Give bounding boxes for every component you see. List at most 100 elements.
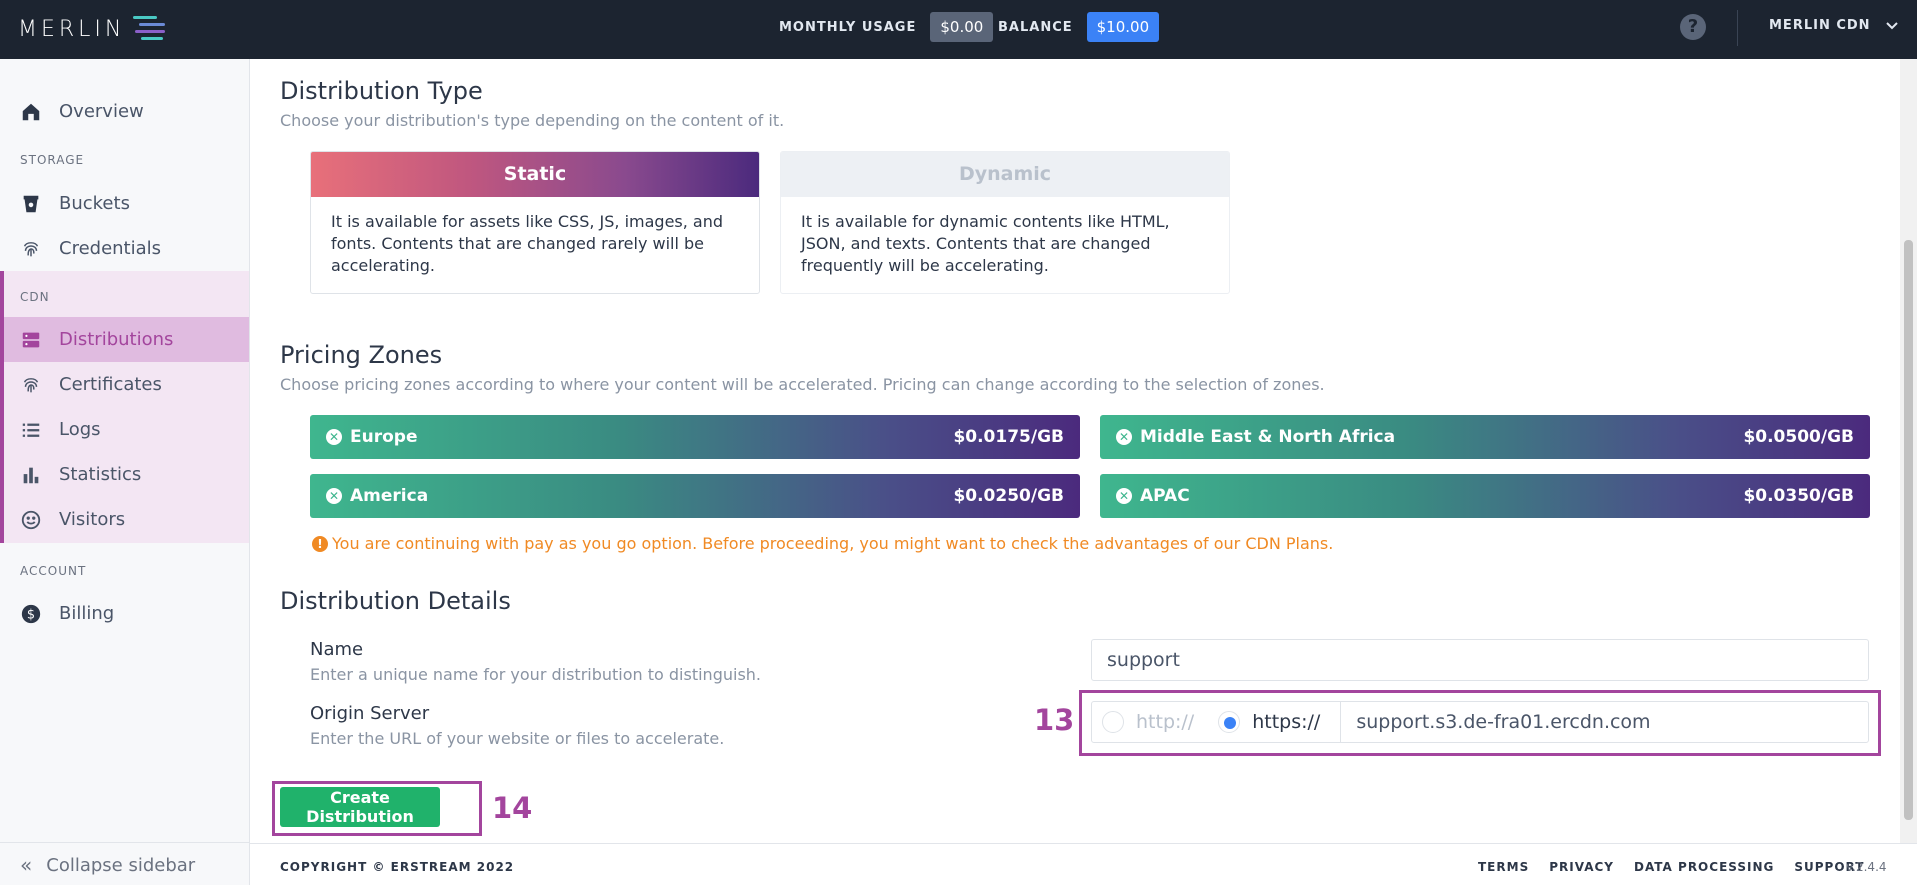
http-option[interactable]: http:// <box>1092 702 1194 742</box>
http-label: http:// <box>1136 711 1195 733</box>
distribution-type-title: Distribution Type <box>280 77 483 105</box>
footer: COPYRIGHT © ERSTREAM 2022 TERMS PRIVACY … <box>250 843 1917 885</box>
top-bar: MERLIN MONTHLY USAGE $0.00 BALANCE $10.0… <box>0 0 1917 59</box>
chevron-down-icon <box>1885 21 1898 29</box>
sidebar-item-label: Certificates <box>59 374 162 395</box>
sidebar-item-buckets[interactable]: Buckets <box>0 181 249 226</box>
sidebar-item-label: Billing <box>59 603 115 624</box>
type-card-dynamic[interactable]: Dynamic It is available for dynamic cont… <box>780 151 1230 294</box>
annotation-14: 14 <box>492 791 533 825</box>
type-card-static-desc: It is available for assets like CSS, JS,… <box>331 212 724 275</box>
collapse-sidebar-button[interactable]: « Collapse sidebar <box>20 853 195 877</box>
warning-icon: ! <box>312 535 328 552</box>
sidebar-item-visitors[interactable]: Visitors <box>4 497 249 542</box>
footer-links: TERMS PRIVACY DATA PROCESSING SUPPORT <box>1478 860 1864 874</box>
sidebar-item-label: Buckets <box>59 193 130 214</box>
fingerprint-icon <box>23 377 39 392</box>
copyright: COPYRIGHT © ERSTREAM 2022 <box>280 860 515 874</box>
account-name: MERLIN CDN <box>1769 18 1871 33</box>
zone-price: $0.0250/GB <box>953 486 1064 506</box>
double-chevron-left-icon: « <box>20 853 33 877</box>
zone-europe[interactable]: ✕ Europe $0.0175/GB <box>310 415 1080 459</box>
type-card-static-title: Static <box>311 152 759 197</box>
remove-icon[interactable]: ✕ <box>1116 429 1132 445</box>
sidebar-section-account: ACCOUNT <box>20 564 87 578</box>
zone-name: Europe <box>350 427 418 447</box>
help-icon[interactable]: ? <box>1680 14 1706 40</box>
scrollbar[interactable] <box>1900 59 1917 843</box>
fingerprint-icon <box>23 241 39 256</box>
collapse-sidebar-label: Collapse sidebar <box>46 854 196 876</box>
distribution-details-title: Distribution Details <box>280 587 511 615</box>
sidebar-item-overview[interactable]: Overview <box>0 89 249 134</box>
https-option[interactable]: https:// <box>1194 702 1320 742</box>
footer-link-terms[interactable]: TERMS <box>1478 860 1529 874</box>
https-radio[interactable] <box>1218 711 1241 733</box>
zone-mena[interactable]: ✕ Middle East & North Africa $0.0500/GB <box>1100 415 1870 459</box>
logo-mark-icon <box>133 13 169 45</box>
balance-label: BALANCE <box>998 19 1073 35</box>
home-icon <box>22 103 40 120</box>
sidebar-item-statistics[interactable]: Statistics <box>4 452 249 497</box>
pricing-zones-title: Pricing Zones <box>280 341 443 369</box>
sidebar-item-label: Overview <box>59 101 144 122</box>
type-card-dynamic-title: Dynamic <box>781 152 1229 197</box>
balance: BALANCE $10.00 <box>998 12 1160 42</box>
footer-link-data-processing[interactable]: DATA PROCESSING <box>1634 860 1774 874</box>
zone-price: $0.0350/GB <box>1743 486 1854 506</box>
remove-icon[interactable]: ✕ <box>1116 488 1132 504</box>
sidebar-item-label: Statistics <box>59 464 142 485</box>
sidebar-item-certificates[interactable]: Certificates <box>4 362 249 407</box>
sidebar-item-label: Visitors <box>59 509 126 530</box>
merlin-logo[interactable]: MERLIN <box>18 10 169 48</box>
sidebar-item-label: Credentials <box>59 238 162 259</box>
topbar-divider <box>1737 10 1738 46</box>
account-menu[interactable]: MERLIN CDN <box>1769 18 1899 33</box>
type-card-dynamic-desc: It is available for dynamic contents lik… <box>801 212 1170 275</box>
monthly-usage-badge: $0.00 <box>930 12 994 42</box>
pricing-zones-subtitle: Choose pricing zones according to where … <box>280 375 1325 394</box>
remove-icon[interactable]: ✕ <box>326 488 342 504</box>
zone-america[interactable]: ✕ America $0.0250/GB <box>310 474 1080 518</box>
zone-apac[interactable]: ✕ APAC $0.0350/GB <box>1100 474 1870 518</box>
type-card-static[interactable]: Static It is available for assets like C… <box>310 151 760 294</box>
origin-server-label: Origin Server <box>310 703 430 724</box>
logo-text: MERLIN <box>18 16 126 42</box>
monthly-usage-label: MONTHLY USAGE <box>779 19 917 35</box>
sidebar-item-billing[interactable]: $ Billing <box>0 591 249 636</box>
origin-server-field: http:// https:// support.s3.de-fra01.erc… <box>1091 701 1869 743</box>
bar-chart-icon <box>23 467 39 483</box>
footer-link-privacy[interactable]: PRIVACY <box>1549 860 1614 874</box>
origin-url-input[interactable]: support.s3.de-fra01.ercdn.com <box>1340 702 1868 742</box>
dollar-circle-icon: $ <box>21 604 41 623</box>
sidebar-item-label: Distributions <box>59 329 174 350</box>
smiley-icon <box>21 510 41 529</box>
remove-icon[interactable]: ✕ <box>326 429 342 445</box>
scrollbar-thumb[interactable] <box>1904 240 1913 820</box>
version: v.2.4.4 <box>1846 860 1887 874</box>
sidebar-item-logs[interactable]: Logs <box>4 407 249 452</box>
sidebar-item-label: Logs <box>59 419 101 440</box>
distribution-type-subtitle: Choose your distribution's type dependin… <box>280 111 785 130</box>
notice-text[interactable]: You are continuing with pay as you go op… <box>332 534 1333 553</box>
bucket-icon <box>23 195 39 212</box>
sidebar-item-distributions[interactable]: Distributions <box>4 317 249 362</box>
zone-name: APAC <box>1140 486 1190 506</box>
https-label: https:// <box>1252 711 1321 733</box>
annotation-13: 13 <box>1034 703 1075 737</box>
sidebar-bottom-divider <box>0 842 249 843</box>
create-distribution-button[interactable]: Create Distribution <box>280 787 440 827</box>
origin-server-hint: Enter the URL of your website or files t… <box>310 729 725 748</box>
sidebar: Overview STORAGE Buckets Credentials CDN… <box>0 59 250 885</box>
balance-badge[interactable]: $10.00 <box>1086 12 1160 42</box>
zone-name: America <box>350 486 429 506</box>
pay-as-you-go-notice: ! You are continuing with pay as you go … <box>312 534 1333 553</box>
name-hint: Enter a unique name for your distributio… <box>310 665 761 684</box>
name-input[interactable]: support <box>1091 639 1869 681</box>
http-radio[interactable] <box>1102 711 1124 733</box>
sidebar-section-storage: STORAGE <box>20 153 85 167</box>
sidebar-item-credentials[interactable]: Credentials <box>0 226 249 271</box>
svg-text:$: $ <box>27 607 35 622</box>
sidebar-section-cdn: CDN <box>20 290 50 304</box>
monthly-usage: MONTHLY USAGE $0.00 <box>779 12 994 42</box>
